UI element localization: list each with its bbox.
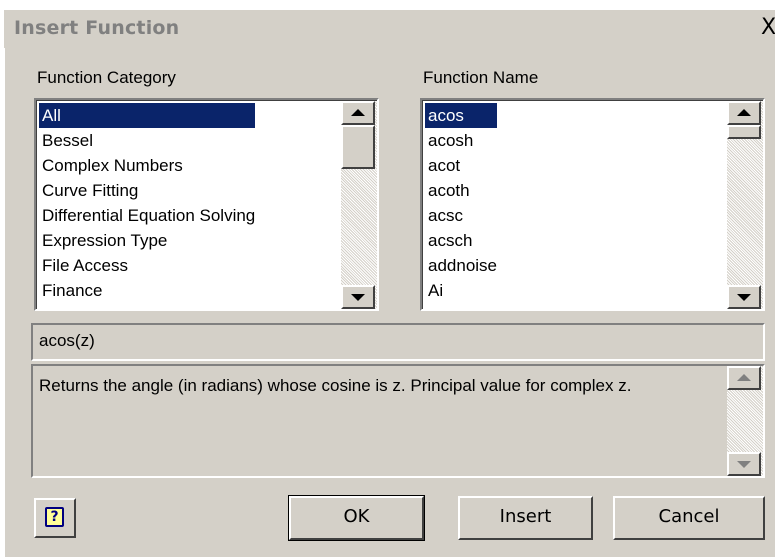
list-item[interactable]: acoth — [425, 178, 497, 203]
list-item[interactable]: and — [425, 303, 497, 309]
help-button[interactable]: ? — [34, 498, 76, 538]
category-items: All Bessel Complex Numbers Curve Fitting Dif… — [39, 103, 256, 309]
list-item[interactable]: Fourier Transform — [39, 303, 255, 309]
dialog-title: Insert Function — [14, 17, 180, 39]
scroll-up-button[interactable] — [727, 366, 761, 390]
list-item[interactable]: acsc — [425, 203, 497, 228]
function-description-box: Returns the angle (in radians) whose cos… — [31, 364, 765, 478]
cancel-button[interactable]: Cancel — [613, 496, 765, 540]
function-description: Returns the angle (in radians) whose cos… — [39, 376, 632, 395]
list-item[interactable]: Finance — [39, 278, 255, 303]
list-item[interactable]: acosh — [425, 128, 497, 153]
scroll-thumb[interactable] — [727, 125, 761, 139]
list-item[interactable]: Differential Equation Solving — [39, 203, 255, 228]
ok-button[interactable]: OK — [288, 495, 425, 541]
function-scrollbar[interactable] — [727, 101, 763, 309]
list-item[interactable]: Expression Type — [39, 228, 255, 253]
list-item[interactable]: addnoise — [425, 253, 497, 278]
help-icon: ? — [45, 507, 64, 527]
list-item[interactable]: Curve Fitting — [39, 178, 255, 203]
list-item[interactable]: File Access — [39, 253, 255, 278]
arrow-down-icon — [737, 461, 751, 468]
scroll-down-button[interactable] — [341, 285, 375, 309]
list-item[interactable]: acsch — [425, 228, 497, 253]
list-item[interactable]: acos — [425, 103, 498, 128]
function-syntax: acos(z) — [39, 331, 95, 350]
list-item[interactable]: acot — [425, 153, 497, 178]
function-name-label: Function Name — [423, 68, 539, 87]
close-icon[interactable]: X — [761, 15, 775, 41]
function-items: acosacoshacotacothacscacschaddnoiseAiand — [425, 103, 498, 309]
insert-button[interactable]: Insert — [458, 496, 593, 540]
scroll-thumb[interactable] — [341, 125, 375, 169]
list-item[interactable]: All — [39, 103, 256, 128]
function-name-list[interactable]: acosacoshacotacothacscacschaddnoiseAiand — [420, 98, 765, 311]
arrow-down-icon — [737, 294, 751, 301]
list-item[interactable]: Ai — [425, 278, 497, 303]
scroll-down-button[interactable] — [727, 285, 761, 309]
description-scrollbar[interactable] — [727, 366, 763, 476]
arrow-up-icon — [737, 109, 751, 116]
arrow-up-icon — [351, 109, 365, 116]
function-category-list[interactable]: All Bessel Complex Numbers Curve Fitting Dif… — [34, 98, 379, 311]
scroll-up-button[interactable] — [341, 101, 375, 125]
function-category-label: Function Category — [37, 68, 176, 87]
scroll-down-button[interactable] — [727, 452, 761, 476]
function-syntax-field: acos(z) — [31, 323, 765, 361]
list-item[interactable]: Bessel — [39, 128, 255, 153]
title-bar[interactable]: Insert Function X — [4, 10, 775, 48]
list-item[interactable]: Complex Numbers — [39, 153, 255, 178]
category-scrollbar[interactable] — [341, 101, 377, 309]
arrow-up-icon — [737, 374, 751, 381]
scroll-up-button[interactable] — [727, 101, 761, 125]
arrow-down-icon — [351, 294, 365, 301]
